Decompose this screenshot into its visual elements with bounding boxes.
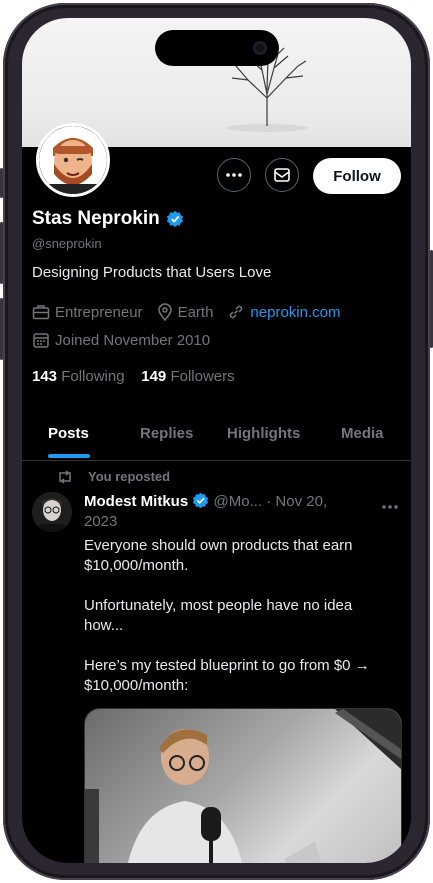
mail-icon <box>274 168 290 182</box>
post-more-button[interactable] <box>382 496 398 514</box>
profile-name: Stas Neprokin <box>32 208 184 230</box>
more-icon <box>382 505 398 509</box>
tab-replies[interactable]: Replies <box>140 425 193 442</box>
tab-posts[interactable]: Posts <box>48 425 89 442</box>
calendar-icon <box>33 333 49 348</box>
tab-media[interactable]: Media <box>341 425 384 442</box>
followers-label: Followers <box>170 368 235 385</box>
post-media-image[interactable] <box>84 708 402 863</box>
joined-row: Joined November 2010 <box>32 331 224 349</box>
side-button <box>0 168 3 198</box>
profile-bio: Designing Products that Users Love <box>32 264 272 281</box>
profile-meta: Entrepreneur Earth neprokin.com <box>32 303 354 321</box>
link-icon <box>230 305 243 319</box>
joined-text: Joined November 2010 <box>55 331 211 349</box>
verified-badge-icon <box>193 492 209 509</box>
location-item: Earth <box>157 303 214 321</box>
repost-label: You reposted <box>88 469 171 484</box>
occupation-text: Entrepreneur <box>55 303 143 321</box>
following-link[interactable]: 143 Following <box>32 368 125 385</box>
repost-indicator: You reposted <box>56 469 170 484</box>
profile-avatar[interactable] <box>36 123 110 197</box>
podcast-photo <box>85 709 401 863</box>
verified-badge-icon <box>166 210 183 228</box>
briefcase-icon <box>32 305 50 320</box>
active-tab-indicator <box>48 454 90 458</box>
location-text: Earth <box>177 303 214 321</box>
followers-link[interactable]: 149 Followers <box>141 368 234 385</box>
joined-item: Joined November 2010 <box>32 331 210 349</box>
following-label: Following <box>61 368 125 385</box>
more-button[interactable] <box>217 158 251 192</box>
follow-button[interactable]: Follow <box>313 158 401 194</box>
followers-count: 149 <box>141 368 167 385</box>
tab-highlights[interactable]: Highlights <box>227 425 300 442</box>
more-icon <box>226 173 242 177</box>
side-button <box>0 222 3 284</box>
dynamic-island <box>155 30 279 66</box>
post-header: Modest Mitkus @Mo... · Nov 20, 2023 <box>84 492 334 532</box>
follow-stats: 143 Following 149 Followers <box>32 368 235 385</box>
occupation-item: Entrepreneur <box>32 304 143 321</box>
message-button[interactable] <box>265 158 299 192</box>
profile-name-text: Stas Neprokin <box>32 208 160 229</box>
camera-icon <box>253 41 267 55</box>
side-button <box>0 298 3 360</box>
location-pin-icon <box>157 303 172 321</box>
following-count: 143 <box>32 368 58 385</box>
app-screen: Follow Stas Neprokin @sneprokin Designin… <box>22 18 411 863</box>
post-author-avatar[interactable] <box>32 492 72 532</box>
repost-icon <box>59 469 71 484</box>
website-item[interactable]: neprokin.com <box>227 303 340 321</box>
profile-handle: @sneprokin <box>32 236 102 251</box>
post-author-name[interactable]: Modest Mitkus <box>84 493 188 510</box>
post-text: Everyone should own products that earn $… <box>84 537 370 694</box>
website-link[interactable]: neprokin.com <box>250 304 340 321</box>
